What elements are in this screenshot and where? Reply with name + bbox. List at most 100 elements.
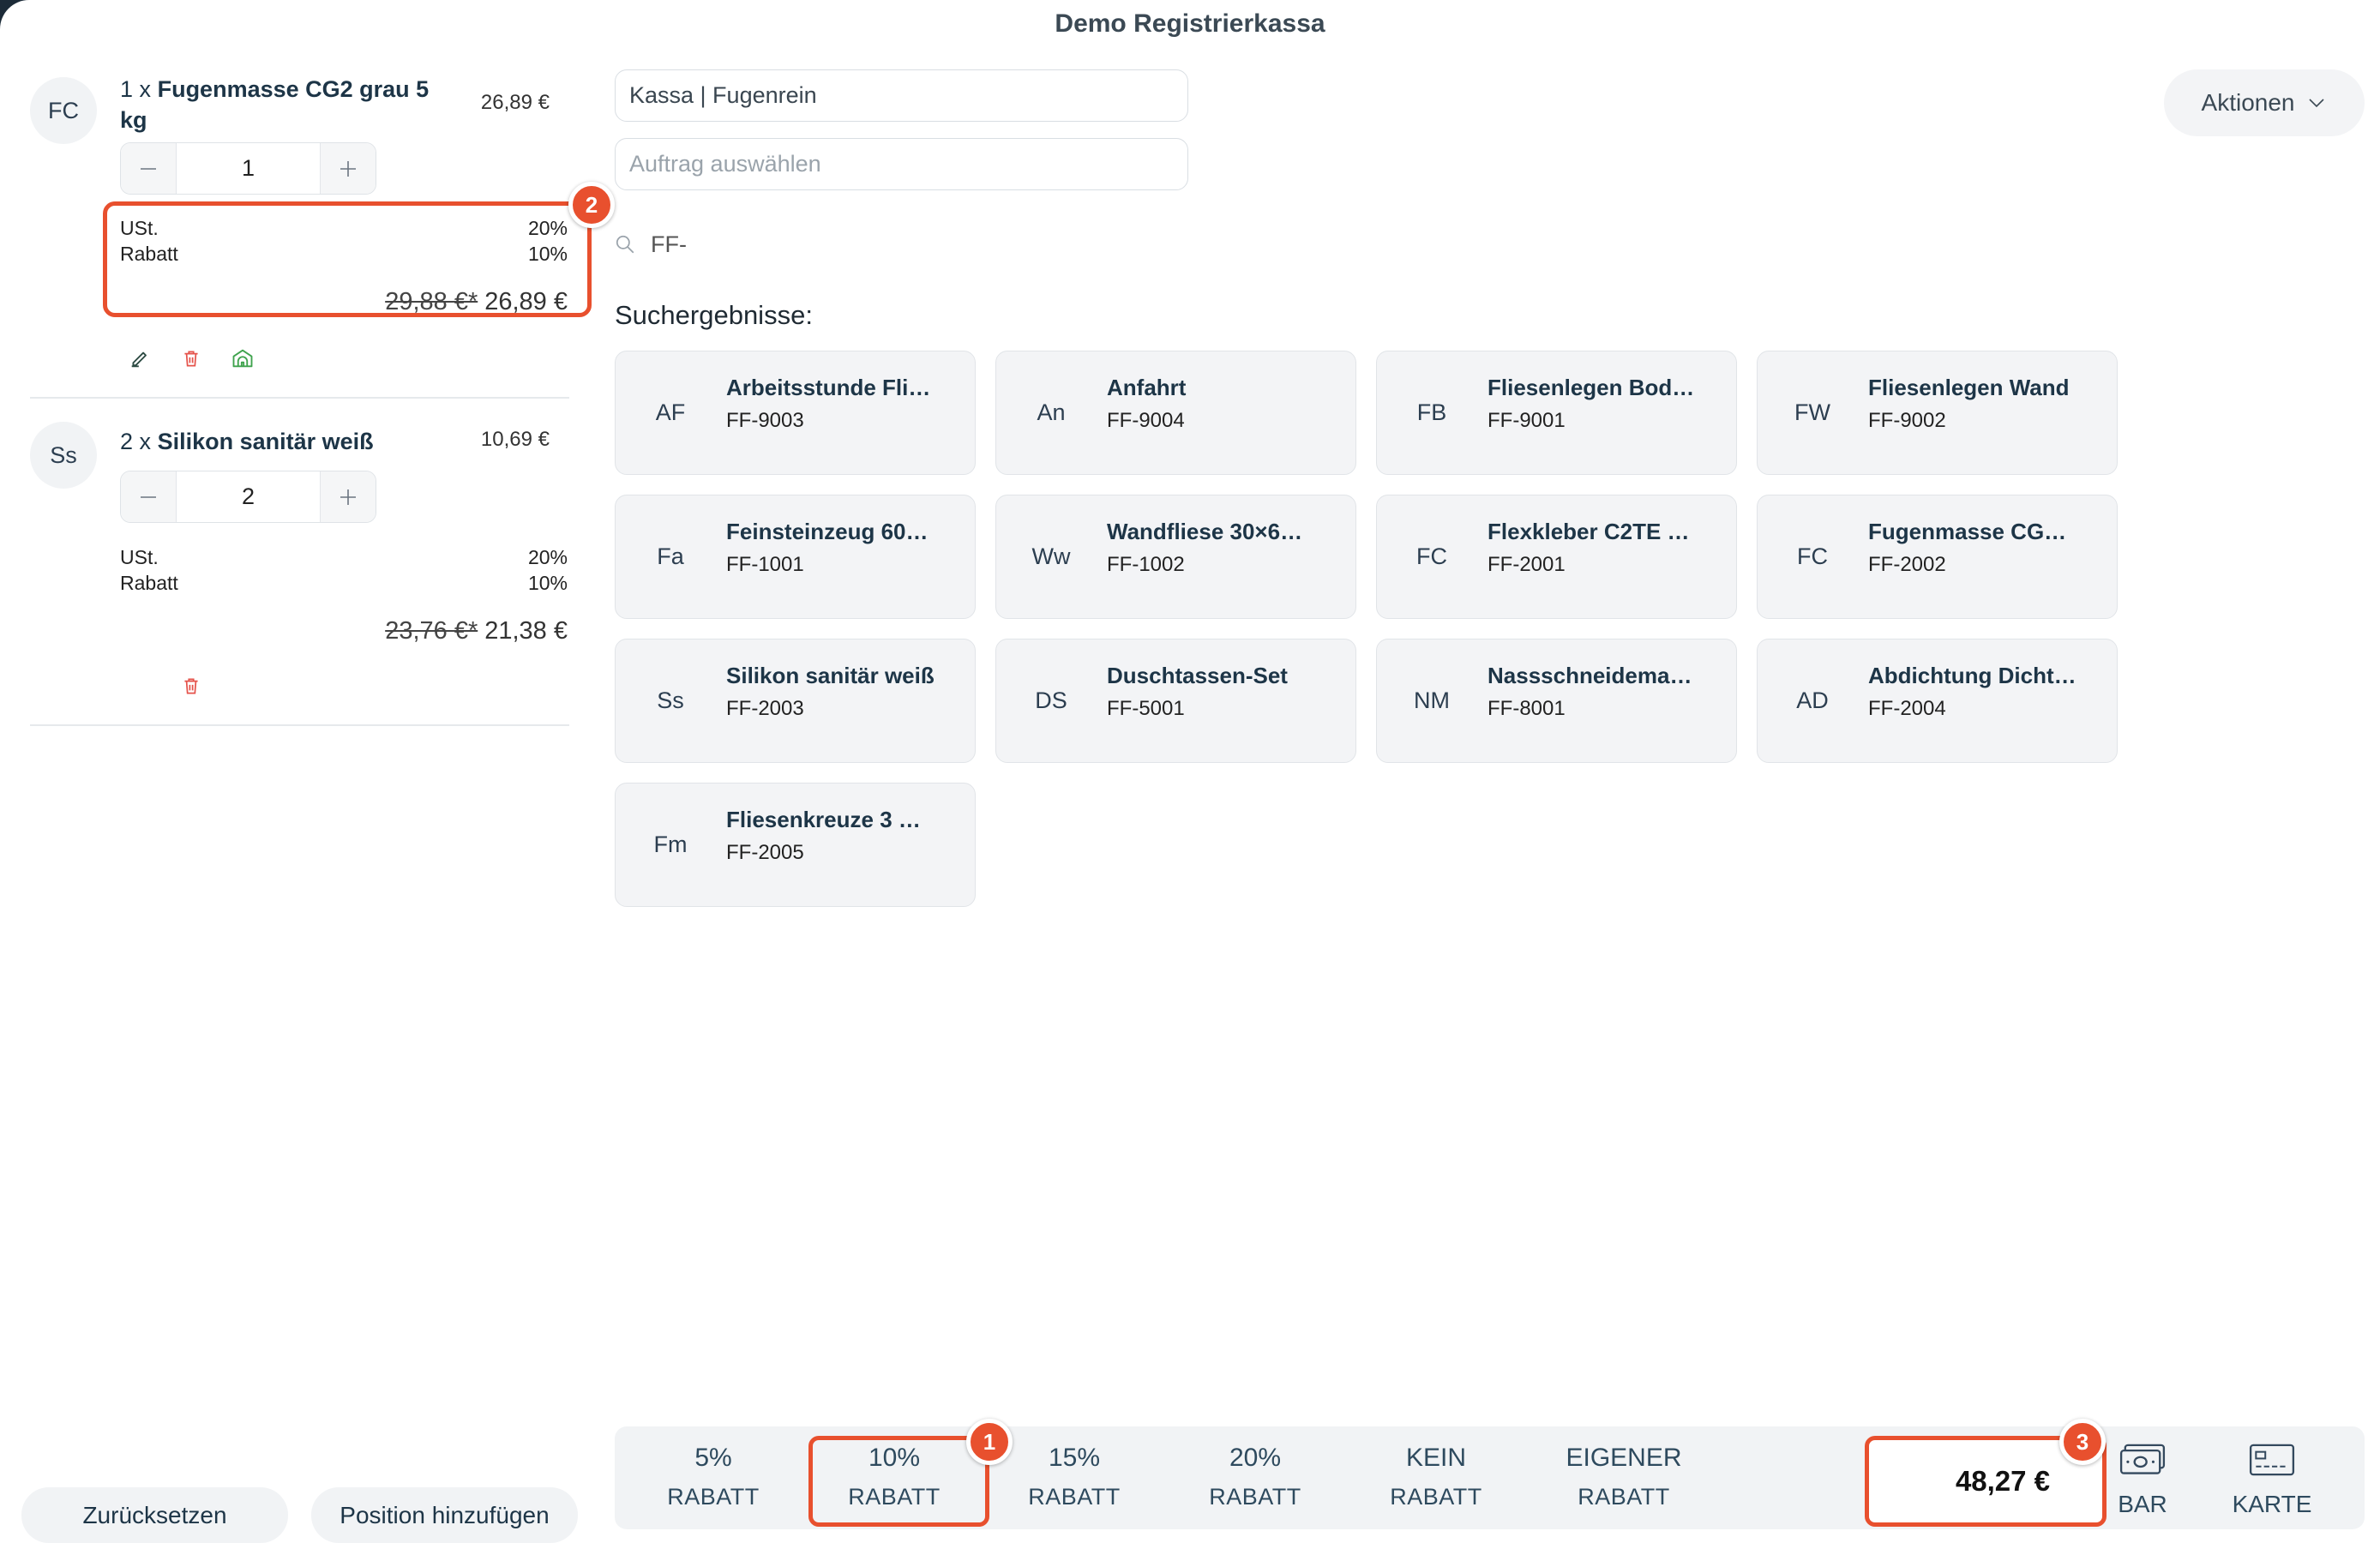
product-card[interactable]: AF Arbeitsstunde Fli… FF-9003 — [615, 351, 976, 475]
cart-divider — [30, 724, 569, 726]
custom-discount-button[interactable]: EIGENER RABATT — [1534, 1436, 1714, 1527]
pencil-icon — [131, 351, 147, 368]
no-discount-button[interactable]: KEIN RABATT — [1346, 1436, 1526, 1527]
edit-item-button[interactable] — [124, 343, 155, 374]
product-avatar: An — [1037, 399, 1066, 425]
discount-button-value: 10% — [868, 1444, 921, 1472]
product-code: FF-2002 — [1868, 553, 1946, 576]
discount-value: 10% — [527, 572, 568, 594]
product-card[interactable]: Ww Wandfliese 30×6… FF-1002 — [995, 495, 1356, 619]
reset-button[interactable]: Zurücksetzen — [21, 1487, 288, 1543]
discount-button-10[interactable]: 10% RABATT — [804, 1436, 984, 1527]
product-card[interactable]: FB Fliesenlegen Bod… FF-9001 — [1376, 351, 1737, 475]
warehouse-icon — [232, 349, 253, 368]
product-code: FF-2005 — [726, 841, 804, 864]
decrease-quantity-button[interactable] — [121, 471, 177, 522]
discount-button-5[interactable]: 5% RABATT — [623, 1436, 803, 1527]
cart-item-details: USt. 20% Rabatt 10% — [120, 215, 568, 267]
product-card[interactable]: Ss Silikon sanitär weiß FF-2003 — [615, 639, 976, 763]
plus-icon — [340, 489, 356, 505]
annotation-badge: 2 — [568, 182, 615, 228]
product-code: FF-9001 — [1488, 409, 1566, 432]
cart-item-avatar: Ss — [30, 422, 97, 489]
discount-button-20[interactable]: 20% RABATT — [1165, 1436, 1345, 1527]
discount-label: Rabatt — [120, 572, 178, 594]
product-avatar: Ww — [1031, 543, 1071, 569]
pos-app: Demo Registrierkassa FC 1 x Fugenmasse CG… — [0, 0, 2380, 1543]
cart-item-title: 2 x Silikon sanitär weiß — [120, 426, 450, 457]
increase-quantity-button[interactable] — [320, 143, 376, 194]
add-position-button[interactable]: Position hinzufügen — [311, 1487, 578, 1543]
search-input[interactable] — [643, 225, 1175, 264]
product-avatar: AD — [1796, 687, 1829, 713]
product-avatar: Ss — [657, 687, 684, 713]
cart-item-name: Silikon sanitär weiß — [157, 429, 374, 454]
product-code: FF-8001 — [1488, 697, 1566, 720]
decrease-quantity-button[interactable] — [121, 143, 177, 194]
product-card[interactable]: AD Abdichtung Dicht… FF-2004 — [1757, 639, 2118, 763]
annotation-badge: 3 — [2059, 1419, 2106, 1465]
pay-card-label: KARTE — [2232, 1491, 2312, 1517]
trash-icon — [184, 678, 198, 694]
product-code: FF-9002 — [1868, 409, 1946, 432]
vat-label: USt. — [120, 217, 159, 239]
delete-item-button[interactable] — [176, 343, 207, 374]
window-title: Demo Registrierkassa — [1055, 9, 1325, 38]
discount-button-label: RABATT — [1028, 1484, 1121, 1510]
plus-icon — [340, 160, 356, 177]
pay-cash-label: BAR — [2118, 1491, 2167, 1517]
search-icon — [616, 235, 634, 254]
product-name: Arbeitsstunde Fli… — [726, 375, 931, 400]
discount-button-label: RABATT — [848, 1484, 941, 1510]
product-name: Fliesenlegen Bod… — [1488, 375, 1695, 400]
product-avatar: FC — [1416, 543, 1447, 569]
product-card[interactable]: FW Fliesenlegen Wand FF-9002 — [1757, 351, 2118, 475]
discount-value: 10% — [527, 243, 568, 265]
product-code: FF-2003 — [726, 697, 804, 720]
quantity-value[interactable]: 2 — [177, 471, 320, 522]
product-avatar: Fm — [653, 832, 688, 857]
cart-item-unit-price: 10,69 € — [480, 428, 550, 451]
discount-button-15[interactable]: 15% RABATT — [984, 1436, 1164, 1527]
product-code: FF-2001 — [1488, 553, 1566, 576]
pay-cash-button[interactable]: BAR — [2100, 1436, 2185, 1527]
discount-button-label: RABATT — [1578, 1484, 1670, 1510]
quantity-stepper: 1 — [120, 142, 376, 195]
product-card[interactable]: An Anfahrt FF-9004 — [995, 351, 1356, 475]
actions-menu-button[interactable]: Aktionen — [2164, 69, 2365, 136]
discount-button-value: 20% — [1229, 1444, 1282, 1472]
register-field[interactable] — [615, 69, 1188, 122]
product-name: Abdichtung Dicht… — [1868, 663, 2076, 688]
product-avatar: FB — [1416, 399, 1447, 425]
product-avatar: FC — [1797, 543, 1828, 569]
stock-location-button[interactable] — [227, 343, 258, 374]
quantity-value[interactable]: 1 — [177, 143, 320, 194]
product-card[interactable]: Fm Fliesenkreuze 3 … FF-2005 — [615, 783, 976, 907]
product-card[interactable]: Fa Feinsteinzeug 60… FF-1001 — [615, 495, 976, 619]
product-card[interactable]: DS Duschtassen-Set FF-5001 — [995, 639, 1356, 763]
discount-label: Rabatt — [120, 243, 178, 265]
product-name: Nassschneidema… — [1488, 663, 1692, 688]
cart-divider — [30, 397, 569, 399]
product-name: Feinsteinzeug 60… — [726, 519, 929, 544]
cart-item-avatar: FC — [30, 77, 97, 144]
vat-value: 20% — [527, 217, 568, 239]
product-grid: AF Arbeitsstunde Fli… FF-9003 An Anfahrt FF-… — [615, 351, 2118, 907]
product-name: Silikon sanitär weiß — [726, 663, 935, 688]
pay-card-button[interactable]: KARTE — [2221, 1436, 2323, 1527]
product-code: FF-1002 — [1107, 553, 1185, 576]
product-card[interactable]: FC Flexkleber C2TE … FF-2001 — [1376, 495, 1737, 619]
product-name: Fliesenkreuze 3 … — [726, 807, 921, 832]
product-avatar: FW — [1794, 399, 1830, 425]
order-select-field[interactable] — [615, 138, 1188, 190]
cart-item-details: USt. 20% Rabatt 10% — [120, 544, 568, 596]
product-avatar: Fa — [657, 543, 684, 569]
delete-item-button[interactable] — [176, 670, 207, 701]
product-name: Duschtassen-Set — [1107, 663, 1288, 688]
product-card[interactable]: FC Fugenmasse CG… FF-2002 — [1757, 495, 2118, 619]
increase-quantity-button[interactable] — [320, 471, 376, 522]
cart-item-price-line: 23,76 €* 21,38 € — [120, 616, 568, 645]
cart-item-quantity-prefix: 2 x — [120, 429, 152, 454]
product-card[interactable]: NM Nassschneidema… FF-8001 — [1376, 639, 1737, 763]
product-name: Wandfliese 30×6… — [1107, 519, 1303, 544]
